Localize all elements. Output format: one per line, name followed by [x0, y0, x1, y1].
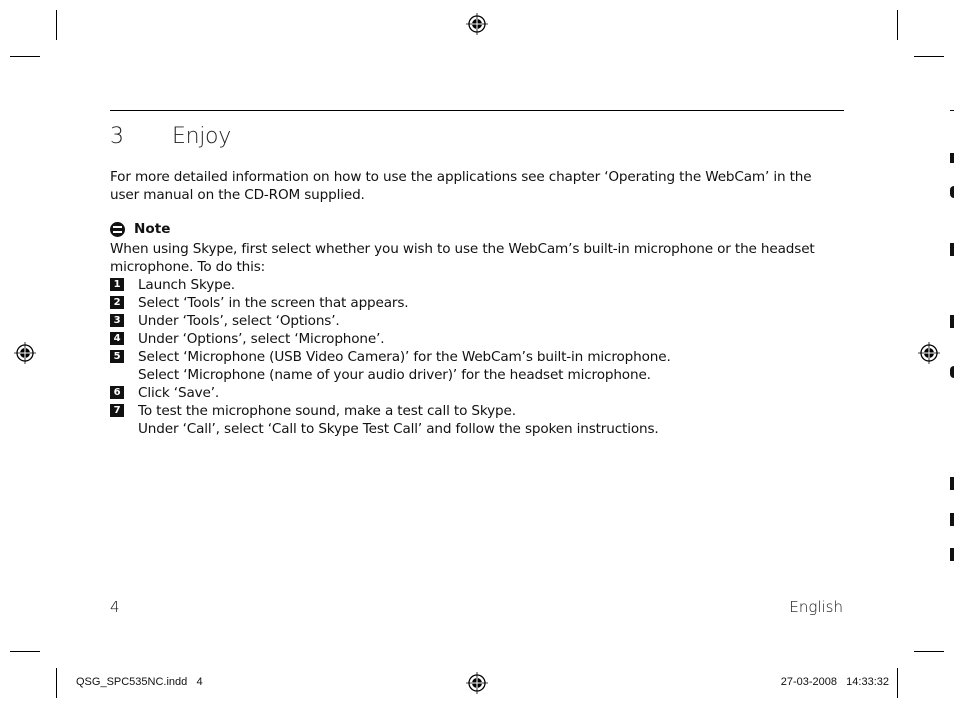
- step-item: 7 To test the microphone sound, make a te…: [110, 402, 850, 438]
- step-item: 3 Under ‘Tools’, select ‘Options’.: [110, 312, 850, 330]
- registration-mark-icon: [14, 342, 36, 364]
- crop-mark: [56, 10, 57, 40]
- next-page-fragment: [950, 477, 954, 490]
- step-line: Select ‘Microphone (name of your audio d…: [138, 367, 651, 383]
- next-page-fragment: [950, 513, 954, 526]
- step-item: 1 Launch Skype.: [110, 276, 850, 294]
- step-number-badge: 7: [110, 404, 124, 417]
- next-page-fragment: [950, 153, 954, 163]
- registration-mark-icon: [918, 342, 940, 364]
- step-number-badge: 3: [110, 314, 124, 327]
- slug-datetime: 27-03-2008 14:33:32: [780, 676, 889, 688]
- step-number-badge: 6: [110, 386, 124, 399]
- slug-file: QSG_SPC535NC.indd 4: [76, 676, 203, 688]
- step-text: Under ‘Tools’, select ‘Options’.: [138, 312, 340, 330]
- next-page-fragment: [950, 243, 954, 256]
- next-page-fragment: [950, 548, 954, 561]
- header-rule: [110, 110, 844, 111]
- next-page-fragment: [950, 366, 954, 378]
- steps-list: 1 Launch Skype. 2 Select ‘Tools’ in the scr…: [110, 276, 850, 438]
- step-text: Launch Skype.: [138, 276, 235, 294]
- chapter-number: 3: [110, 124, 124, 149]
- crop-mark: [10, 56, 40, 57]
- crop-mark: [897, 668, 898, 698]
- intro-paragraph: For more detailed information on how to …: [110, 169, 812, 203]
- step-line: To test the microphone sound, make a tes…: [138, 403, 516, 419]
- registration-mark-icon: [466, 672, 488, 694]
- step-text: Select ‘Microphone (USB Video Camera)’ f…: [138, 348, 671, 384]
- crop-mark: [914, 651, 944, 652]
- step-line: Under ‘Tools’, select ‘Options’.: [138, 313, 340, 329]
- note-heading-label: Note: [134, 221, 171, 237]
- registration-mark-icon: [466, 13, 488, 35]
- chapter-title: Enjoy: [172, 124, 231, 149]
- crop-mark: [56, 668, 57, 698]
- note-body: When using Skype, first select whether y…: [110, 241, 815, 275]
- next-page-fragment: [950, 315, 954, 328]
- crop-mark: [897, 10, 898, 40]
- page-number: 4: [110, 598, 120, 616]
- next-page-fragment: [950, 110, 954, 111]
- language-label: English: [789, 598, 843, 616]
- step-number-badge: 1: [110, 278, 124, 291]
- step-item: 5 Select ‘Microphone (USB Video Camera)’ …: [110, 348, 850, 384]
- note-icon: [110, 221, 125, 237]
- step-number-badge: 5: [110, 350, 124, 363]
- note-heading: Note: [110, 221, 170, 237]
- step-item: 6 Click ‘Save’.: [110, 384, 850, 402]
- step-line: Click ‘Save’.: [138, 385, 220, 401]
- step-line: Select ‘Tools’ in the screen that appear…: [138, 295, 409, 311]
- step-line: Under ‘Call’, select ‘Call to Skype Test…: [138, 421, 659, 437]
- step-text: Click ‘Save’.: [138, 384, 219, 402]
- step-text: Under ‘Options’, select ‘Microphone’.: [138, 330, 385, 348]
- next-page-fragment: [950, 186, 954, 198]
- step-line: Launch Skype.: [138, 277, 235, 293]
- step-line: Select ‘Microphone (USB Video Camera)’ f…: [138, 349, 671, 365]
- step-item: 2 Select ‘Tools’ in the screen that appea…: [110, 294, 850, 312]
- step-number-badge: 4: [110, 332, 124, 345]
- step-item: 4 Under ‘Options’, select ‘Microphone’.: [110, 330, 850, 348]
- crop-mark: [10, 651, 40, 652]
- step-text: To test the microphone sound, make a tes…: [138, 402, 659, 438]
- step-number-badge: 2: [110, 296, 124, 309]
- step-line: Under ‘Options’, select ‘Microphone’.: [138, 331, 385, 347]
- crop-mark: [914, 56, 944, 57]
- step-text: Select ‘Tools’ in the screen that appear…: [138, 294, 409, 312]
